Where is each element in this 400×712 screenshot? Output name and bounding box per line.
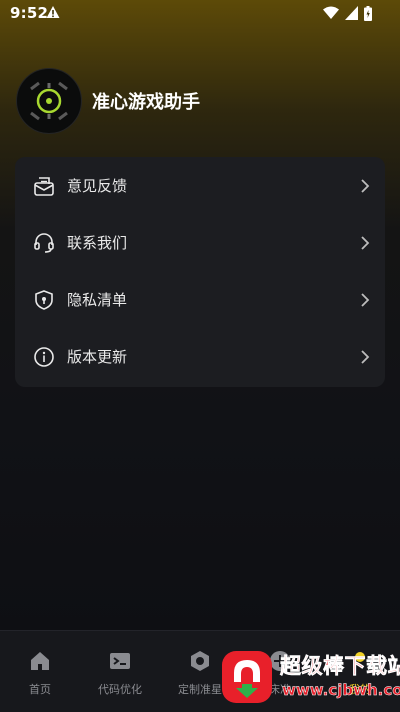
menu-item-label: 版本更新 <box>67 348 128 366</box>
home-icon <box>31 652 49 670</box>
app-name: 准心游戏助手 <box>92 92 200 113</box>
tab-label: 首页 <box>29 683 51 696</box>
hexagon-nut-icon <box>191 651 209 671</box>
status-bar: 9:52 <box>0 0 400 28</box>
menu-item-label: 隐私清单 <box>67 291 128 309</box>
terminal-icon <box>110 653 130 669</box>
tab-code-optimize[interactable]: 代码优化 <box>80 649 160 699</box>
watermark: 超级棒下载站 www.cjbwh.com <box>220 648 400 708</box>
menu-item-privacy-list[interactable]: 隐私清单 <box>15 271 385 328</box>
chevron-right-icon <box>361 293 370 307</box>
status-icons <box>323 5 372 21</box>
menu-item-label: 意见反馈 <box>67 177 128 195</box>
avatar[interactable] <box>16 68 82 134</box>
menu-card: 意见反馈 联系我们 隐私清单 版本更新 <box>15 157 385 387</box>
wifi-icon <box>323 6 339 19</box>
chevron-right-icon <box>361 350 370 364</box>
watermark-logo-icon <box>222 651 272 703</box>
menu-item-feedback[interactable]: 意见反馈 <box>15 157 385 214</box>
menu-item-label: 联系我们 <box>67 234 128 252</box>
headset-icon <box>34 233 54 253</box>
tab-label: 代码优化 <box>98 683 142 696</box>
info-icon <box>34 347 54 367</box>
crosshair-logo-icon <box>18 70 80 132</box>
shield-icon <box>35 290 53 310</box>
status-time: 9:52 <box>10 4 49 22</box>
watermark-url: www.cjbwh.com <box>282 681 400 700</box>
alert-icon <box>46 6 60 18</box>
tab-home[interactable]: 首页 <box>0 649 80 699</box>
signal-icon <box>345 6 358 20</box>
menu-item-contact[interactable]: 联系我们 <box>15 214 385 271</box>
chevron-right-icon <box>361 179 370 193</box>
profile-header: 准心游戏助手 <box>16 68 316 134</box>
menu-item-version-update[interactable]: 版本更新 <box>15 328 385 385</box>
battery-icon <box>364 5 372 21</box>
chevron-right-icon <box>361 236 370 250</box>
watermark-title: 超级棒下载站 <box>280 654 400 679</box>
feedback-mail-icon <box>34 177 54 196</box>
